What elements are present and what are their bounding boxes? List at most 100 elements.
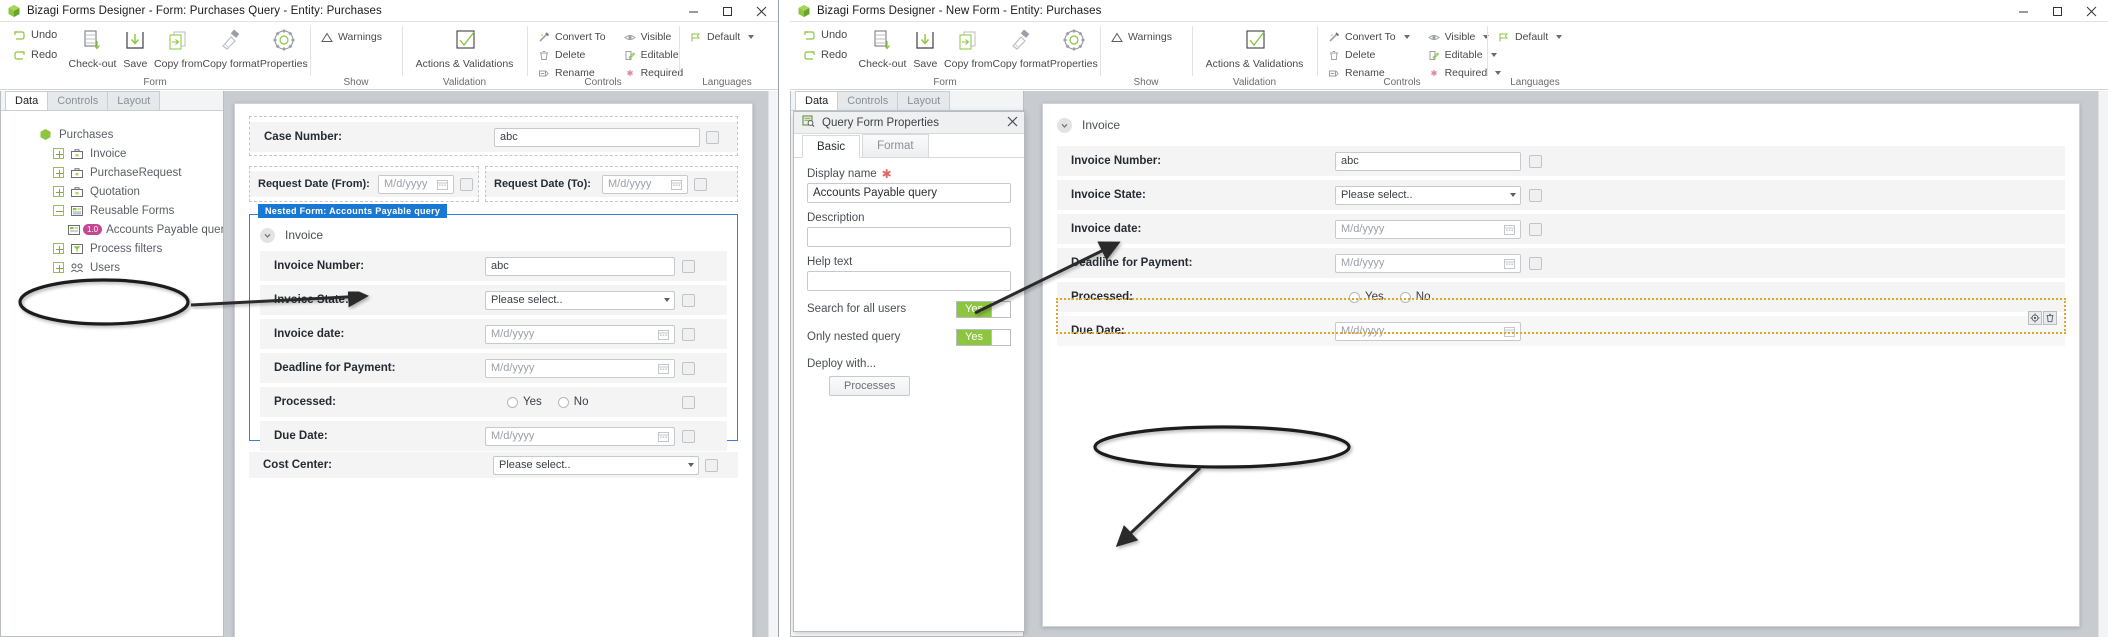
request-date-to-input[interactable]: M/d/yyyy — [602, 174, 688, 194]
tree-item-accounts-payable-query[interactable]: 1.0 Accounts Payable query — [1, 220, 223, 239]
nested-form-container[interactable]: Nested Form: Accounts Payable query Invo… — [249, 204, 738, 451]
deadline-for-payment-input[interactable]: M/d/yyyy — [485, 358, 675, 378]
tree-item-invoice[interactable]: Invoice — [1, 144, 223, 163]
case-number-toggle[interactable] — [706, 130, 719, 144]
invoice-state-select[interactable]: Please select.. — [485, 290, 675, 310]
calendar-icon[interactable] — [1504, 224, 1515, 235]
request-date-from-toggle[interactable] — [460, 177, 473, 191]
close-icon[interactable] — [1007, 114, 1018, 132]
request-date-to-toggle[interactable] — [694, 177, 707, 191]
redo-button[interactable]: Redo — [800, 45, 850, 65]
tab-layout[interactable]: Layout — [897, 91, 951, 110]
invoice-number-input[interactable]: abc — [485, 256, 675, 276]
maximize-button[interactable] — [2040, 0, 2074, 22]
close-button[interactable] — [2074, 0, 2108, 22]
expander-icon[interactable] — [53, 243, 64, 254]
delete-button[interactable]: Delete — [535, 46, 609, 64]
editable-button[interactable]: Editable — [621, 46, 687, 64]
cost-center-select[interactable]: Please select.. — [493, 455, 699, 475]
chevron-down-icon[interactable] — [1057, 117, 1072, 133]
undo-button[interactable]: Undo — [800, 25, 850, 45]
description-input[interactable] — [807, 227, 1011, 247]
calendar-icon[interactable] — [658, 363, 669, 374]
tree-item-purchaserequest[interactable]: PurchaseRequest — [1, 163, 223, 182]
invoice-date-toggle[interactable] — [1529, 222, 1542, 236]
right-section-header[interactable]: Invoice — [1043, 112, 2079, 138]
request-date-from-input[interactable]: M/d/yyyy — [378, 174, 454, 194]
check-out-button[interactable]: Check-out — [858, 22, 906, 70]
processed-radio-yes[interactable] — [507, 396, 518, 408]
visible-button[interactable]: Visible — [621, 28, 687, 46]
tab-data[interactable]: Data — [5, 91, 49, 110]
deadline-for-payment-toggle[interactable] — [682, 361, 695, 375]
calendar-icon[interactable] — [1504, 258, 1515, 269]
default-language-button[interactable]: Default — [687, 28, 757, 46]
minimize-button[interactable] — [676, 0, 710, 22]
copy-from-button[interactable]: Copy from — [944, 22, 992, 70]
save-button[interactable]: Save — [117, 22, 154, 70]
due-date-input[interactable]: M/d/yyyy — [485, 426, 675, 446]
default-language-button[interactable]: Default — [1495, 28, 1565, 46]
check-out-button[interactable]: Check-out — [68, 22, 116, 70]
invoice-number-input[interactable]: abc — [1335, 151, 1521, 171]
invoice-state-select[interactable]: Please select.. — [1335, 185, 1521, 205]
tab-layout[interactable]: Layout — [107, 91, 161, 110]
tree-item-purchases[interactable]: Purchases — [1, 125, 223, 144]
invoice-state-toggle[interactable] — [682, 293, 695, 307]
tree-item-process-filters[interactable]: Process filters — [1, 239, 223, 258]
properties-button[interactable]: Properties — [1050, 22, 1098, 70]
nested-section-header[interactable]: Invoice — [250, 222, 737, 248]
properties-tab-format[interactable]: Format — [862, 134, 929, 157]
calendar-icon[interactable] — [437, 179, 448, 190]
invoice-state-toggle[interactable] — [1529, 188, 1542, 202]
tree-item-reusable-forms[interactable]: Reusable Forms — [1, 201, 223, 220]
tree-item-quotation[interactable]: Quotation — [1, 182, 223, 201]
close-button[interactable] — [744, 0, 778, 22]
case-number-input[interactable]: abc — [494, 127, 700, 147]
warnings-button[interactable]: Warnings — [318, 28, 385, 46]
save-button[interactable]: Save — [907, 22, 944, 70]
convert-to-button[interactable]: Convert To — [1325, 28, 1413, 46]
calendar-icon[interactable] — [658, 329, 669, 340]
cost-center-toggle[interactable] — [705, 458, 718, 472]
copy-from-button[interactable]: Copy from — [154, 22, 202, 70]
invoice-number-toggle[interactable] — [1529, 154, 1542, 168]
tab-data[interactable]: Data — [795, 91, 839, 110]
help-text-input[interactable] — [807, 271, 1011, 291]
expander-icon[interactable] — [53, 205, 64, 216]
expander-icon[interactable] — [53, 262, 64, 273]
redo-button[interactable]: Redo — [10, 45, 60, 65]
invoice-date-input[interactable]: M/d/yyyy — [485, 324, 675, 344]
display-name-input[interactable]: Accounts Payable query — [807, 183, 1011, 203]
properties-button[interactable]: Properties — [260, 22, 308, 70]
calendar-icon[interactable] — [658, 431, 669, 442]
trash-icon[interactable] — [2043, 311, 2057, 325]
delete-button[interactable]: Delete — [1325, 46, 1413, 64]
maximize-button[interactable] — [710, 0, 744, 22]
gear-icon[interactable] — [2028, 311, 2042, 325]
deadline-for-payment-input[interactable]: M/d/yyyy — [1335, 253, 1521, 273]
copy-format-button[interactable]: Copy format — [992, 22, 1050, 70]
tab-controls[interactable]: Controls — [837, 91, 899, 110]
properties-tab-basic[interactable]: Basic — [802, 135, 861, 158]
tree-item-users[interactable]: Users — [1, 258, 223, 277]
minimize-button[interactable] — [2006, 0, 2040, 22]
actions-validations-button[interactable]: Actions & Validations — [1204, 22, 1306, 70]
due-date-toggle[interactable] — [682, 429, 695, 443]
invoice-date-input[interactable]: M/d/yyyy — [1335, 219, 1521, 239]
chevron-down-icon[interactable] — [260, 227, 275, 243]
processed-radio-no[interactable] — [557, 396, 569, 408]
expander-icon[interactable] — [53, 167, 64, 178]
search-for-all-users-toggle[interactable]: Yes — [956, 300, 1011, 318]
left-canvas-scrollbar[interactable] — [768, 91, 778, 637]
copy-format-button[interactable]: Copy format — [202, 22, 260, 70]
deploy-processes-button[interactable]: Processes — [829, 376, 911, 396]
invoice-date-toggle[interactable] — [682, 327, 695, 341]
convert-to-button[interactable]: Convert To — [535, 28, 609, 46]
undo-button[interactable]: Undo — [10, 25, 60, 45]
invoice-number-toggle[interactable] — [682, 259, 695, 273]
deadline-for-payment-toggle[interactable] — [1529, 256, 1542, 270]
actions-validations-button[interactable]: Actions & Validations — [414, 22, 516, 70]
expander-icon[interactable] — [53, 148, 64, 159]
processed-toggle[interactable] — [682, 395, 695, 409]
